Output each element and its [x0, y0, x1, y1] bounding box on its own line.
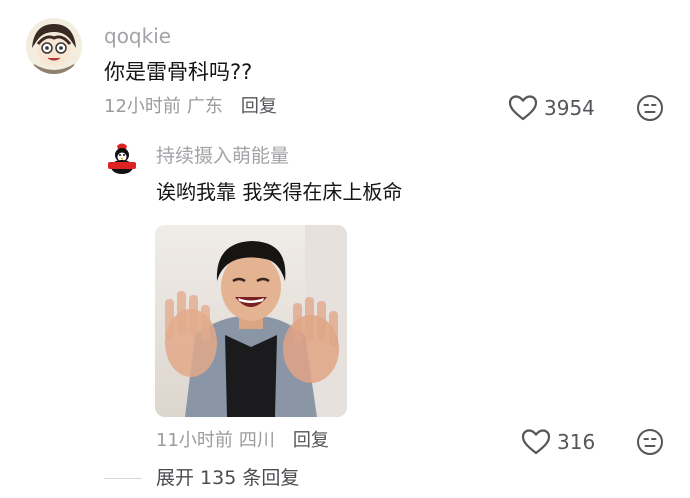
reply-text: 诶哟我靠 我笑得在床上板命 — [156, 180, 403, 204]
avatar[interactable] — [26, 18, 82, 74]
reply-avatar[interactable] — [104, 140, 140, 176]
cartoon-face-avatar-icon — [26, 18, 82, 74]
comment-meta: 12小时前 广东 回复 — [104, 94, 277, 120]
username[interactable]: qoqkie — [104, 24, 171, 48]
reply-reply-button[interactable]: 回复 — [293, 430, 329, 451]
heart-outline-icon — [521, 429, 551, 455]
reply-button[interactable]: 回复 — [241, 96, 277, 117]
comment-time: 12小时前 — [104, 96, 181, 117]
dislike-button[interactable] — [636, 94, 664, 122]
heart-outline-icon — [508, 95, 538, 121]
meh-face-icon — [637, 95, 663, 121]
reply-dislike-button[interactable] — [636, 428, 664, 456]
meh-face-icon — [637, 429, 663, 455]
comment-location: 广东 — [186, 96, 223, 117]
laughing-man-photo — [155, 225, 347, 417]
expand-divider — [104, 478, 142, 479]
reply-like-count: 316 — [557, 430, 596, 454]
reply-meta: 11小时前 四川 回复 — [156, 428, 329, 454]
reply-like-button[interactable]: 316 — [521, 426, 595, 458]
reply-time: 11小时前 — [156, 430, 233, 451]
reply-image[interactable] — [155, 225, 347, 417]
comment-section: qoqkie 你是雷骨科吗?? 12小时前 广东 回复 3954 持续摄入萌能量… — [0, 0, 690, 498]
expand-replies-button[interactable]: 展开 135 条回复 — [156, 464, 299, 492]
reply-location: 四川 — [238, 430, 275, 451]
reply-username[interactable]: 持续摄入萌能量 — [156, 144, 289, 168]
penguin-avatar-icon — [104, 140, 140, 176]
like-count: 3954 — [544, 96, 595, 120]
like-button[interactable]: 3954 — [508, 92, 595, 124]
comment-text: 你是雷骨科吗?? — [104, 60, 253, 84]
